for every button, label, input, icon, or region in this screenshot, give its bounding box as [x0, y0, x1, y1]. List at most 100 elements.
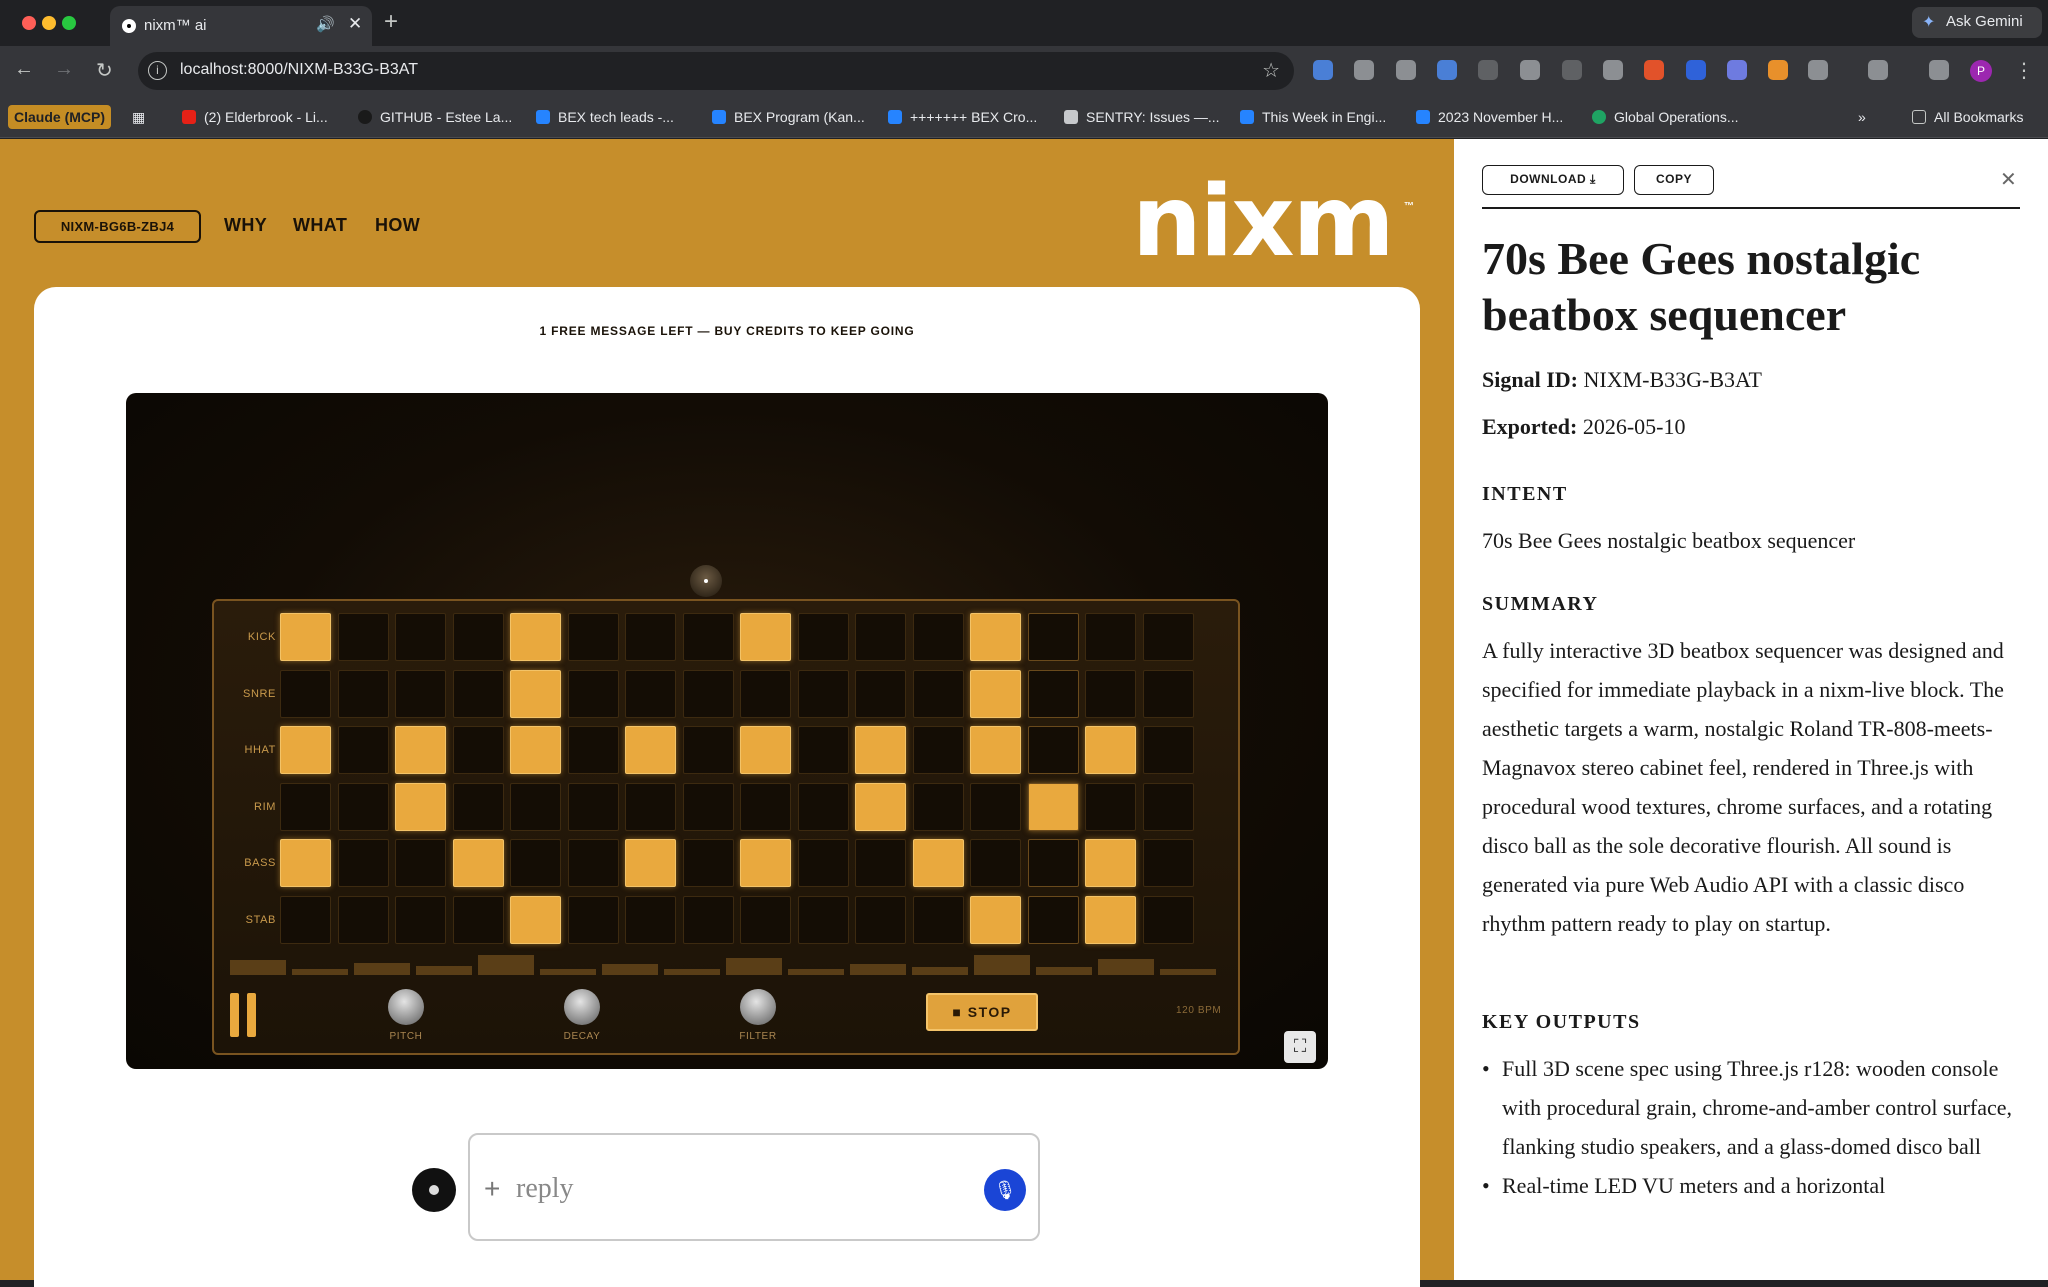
fire-extension-icon[interactable] — [1644, 60, 1664, 80]
bookmark-bex-program[interactable]: BEX Program (Kan... — [712, 109, 865, 125]
step-cell[interactable] — [280, 895, 331, 944]
step-cell[interactable] — [1085, 839, 1136, 887]
step-cell[interactable] — [740, 669, 791, 718]
step-cell[interactable] — [452, 895, 504, 944]
bookmark-global-operations[interactable]: Global Operations... — [1592, 109, 1739, 125]
back-arrow-icon[interactable]: ← — [14, 58, 34, 81]
step-cell[interactable] — [395, 839, 446, 887]
step-cell[interactable] — [337, 613, 389, 661]
step-cell[interactable] — [625, 669, 676, 718]
step-cell[interactable] — [625, 726, 676, 774]
step-cell[interactable] — [970, 613, 1021, 661]
step-cell[interactable] — [912, 782, 964, 831]
step-cell[interactable] — [855, 782, 906, 831]
step-cell[interactable] — [855, 613, 906, 661]
step-cell[interactable] — [912, 669, 964, 718]
more-bookmarks-chevron-icon[interactable]: » — [1858, 109, 1866, 125]
sun-extension-icon[interactable] — [1478, 60, 1498, 80]
step-cell[interactable] — [280, 669, 331, 718]
address-url[interactable]: localhost:8000/NIXM-B33G-B3AT — [180, 61, 418, 79]
nixm-logo[interactable]: nixm — [1132, 165, 1395, 279]
site-info-icon[interactable]: i — [148, 61, 167, 80]
cse-extension-icon[interactable] — [1686, 60, 1706, 80]
step-cell[interactable] — [912, 895, 964, 944]
step-cell[interactable] — [855, 669, 906, 718]
step-cell[interactable] — [1085, 613, 1136, 661]
step-cell[interactable] — [855, 839, 906, 887]
record-button[interactable] — [412, 1168, 456, 1212]
step-cell[interactable] — [682, 726, 734, 774]
step-cell[interactable] — [567, 669, 619, 718]
step-cell[interactable] — [1085, 782, 1136, 831]
step-cell[interactable] — [797, 726, 849, 774]
owl-extension-icon[interactable] — [1520, 60, 1540, 80]
step-cell[interactable] — [855, 726, 906, 774]
step-cell[interactable] — [740, 782, 791, 831]
browser-tab[interactable]: nixm™ ai 🔊 ✕ — [110, 6, 372, 46]
step-cell[interactable] — [452, 782, 504, 831]
step-cell[interactable] — [567, 613, 619, 661]
step-cell[interactable] — [1142, 669, 1194, 718]
step-cell[interactable] — [625, 782, 676, 831]
layers-extension-icon[interactable] — [1396, 60, 1416, 80]
step-cell[interactable] — [337, 669, 389, 718]
microphone-icon[interactable]: 🎙 — [984, 1169, 1026, 1211]
step-cell[interactable] — [510, 895, 561, 944]
credits-notice[interactable]: 1 FREE MESSAGE LEFT — BUY CREDITS TO KEE… — [0, 324, 1454, 338]
decay-knob[interactable] — [564, 989, 600, 1025]
step-cell[interactable] — [797, 782, 849, 831]
step-cell[interactable] — [912, 613, 964, 661]
react-extension-icon[interactable] — [1603, 60, 1623, 80]
step-cell[interactable] — [912, 839, 964, 887]
step-cell[interactable] — [1027, 669, 1079, 718]
step-cell[interactable] — [740, 895, 791, 944]
reply-placeholder[interactable]: reply — [516, 1173, 574, 1205]
jira-extension-icon[interactable] — [1437, 60, 1457, 80]
step-cell[interactable] — [337, 726, 389, 774]
bookmark-github[interactable]: GITHUB - Estee La... — [358, 109, 512, 125]
step-cell[interactable] — [1142, 613, 1194, 661]
step-cell[interactable] — [1027, 726, 1079, 774]
step-cell[interactable] — [912, 726, 964, 774]
step-cell[interactable] — [1085, 669, 1136, 718]
bookmark-bex-tech-leads[interactable]: BEX tech leads -... — [536, 109, 674, 125]
step-cell[interactable] — [395, 782, 446, 831]
step-cell[interactable] — [797, 613, 849, 661]
bookmark-2023-november[interactable]: 2023 November H... — [1416, 109, 1563, 125]
apps-grid-icon[interactable]: ▦ — [132, 109, 145, 126]
step-cell[interactable] — [625, 613, 676, 661]
tab-search-icon[interactable] — [1868, 60, 1888, 80]
forward-arrow-icon[interactable]: → — [54, 58, 74, 81]
step-cell[interactable] — [280, 839, 331, 887]
bookmark-claude-mcp[interactable]: Claude (MCP) — [8, 105, 111, 129]
browser-menu-icon[interactable]: ⋮ — [2014, 58, 2034, 83]
fullscreen-icon[interactable]: ⛶ — [1284, 1031, 1316, 1063]
reload-icon[interactable]: ↻ — [96, 58, 113, 83]
step-cell[interactable] — [682, 669, 734, 718]
step-cell[interactable] — [797, 895, 849, 944]
translate-extension-icon[interactable] — [1313, 60, 1333, 80]
camera-extension-icon[interactable] — [1354, 60, 1374, 80]
step-cell[interactable] — [395, 726, 446, 774]
step-cell[interactable] — [740, 726, 791, 774]
bookmark-elderbrook[interactable]: (2) Elderbrook - Li... — [182, 109, 328, 125]
step-cell[interactable] — [567, 726, 619, 774]
step-cell[interactable] — [280, 613, 331, 661]
step-cell[interactable] — [510, 839, 561, 887]
step-cell[interactable] — [970, 726, 1021, 774]
bookmark-this-week-in-eng[interactable]: This Week in Engi... — [1240, 109, 1386, 125]
swirl-extension-icon[interactable] — [1768, 60, 1788, 80]
step-cell[interactable] — [1085, 726, 1136, 774]
function-extension-icon[interactable] — [1562, 60, 1582, 80]
nav-what[interactable]: WHAT — [293, 215, 347, 236]
cloud-extension-icon[interactable] — [1727, 60, 1747, 80]
signal-id-pill[interactable]: NIXM-BG6B-ZBJ4 — [34, 210, 201, 243]
download-button[interactable]: DOWNLOAD ⤓ — [1482, 165, 1624, 195]
address-bar[interactable]: i localhost:8000/NIXM-B33G-B3AT ☆ — [138, 52, 1294, 90]
step-cell[interactable] — [970, 895, 1021, 944]
bookmark-bex-cro[interactable]: +++++++ BEX Cro... — [888, 109, 1037, 125]
step-cell[interactable] — [337, 895, 389, 944]
puzzle-extensions-icon[interactable] — [1808, 60, 1828, 80]
step-cell[interactable] — [510, 613, 561, 661]
step-cell[interactable] — [337, 782, 389, 831]
